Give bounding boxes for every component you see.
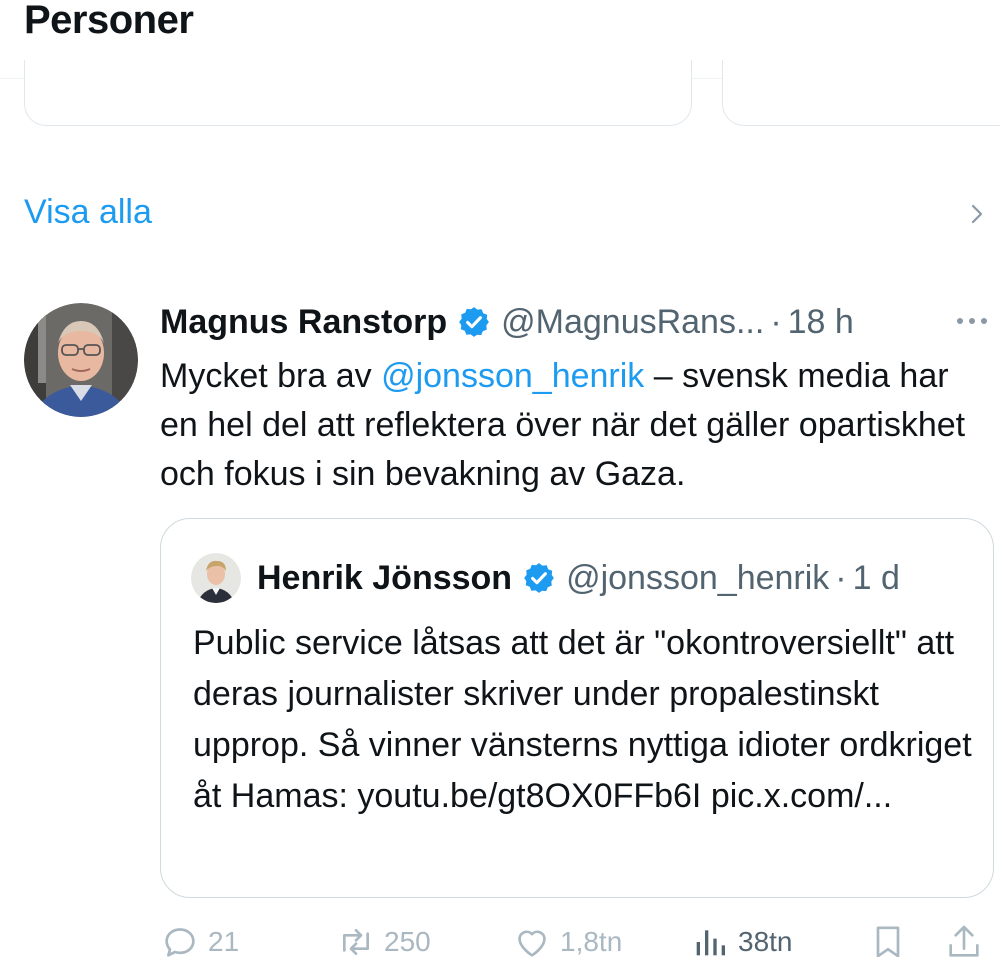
avatar[interactable]: [24, 303, 138, 417]
share-button[interactable]: [944, 920, 992, 957]
reply-count: 21: [208, 926, 240, 957]
quote-handle: @jonsson_henrik: [566, 558, 830, 597]
verified-badge-icon: [459, 307, 489, 337]
author-handle[interactable]: @MagnusRans...: [501, 303, 764, 342]
person-card[interactable]: [24, 60, 692, 126]
tweet-text-part: Mycket bra av: [160, 357, 382, 395]
more-icon[interactable]: [952, 308, 992, 334]
tweet-header: Magnus Ranstorp @MagnusRans... · 18 h: [160, 298, 990, 346]
tweet-text: Mycket bra av @jonsson_henrik – svensk m…: [160, 352, 990, 499]
reply-button[interactable]: 21: [160, 920, 239, 957]
share-icon: [949, 925, 979, 957]
author-name[interactable]: Magnus Ranstorp: [160, 303, 447, 342]
quote-avatar: [191, 553, 241, 603]
separator: ·: [770, 302, 782, 341]
chevron-right-icon: [971, 204, 983, 224]
views-icon: [696, 930, 725, 956]
quote-author-name: Henrik Jönsson: [257, 558, 513, 597]
views-button[interactable]: 38tn: [690, 920, 793, 957]
bookmark-icon: [876, 926, 900, 957]
quote-text: Public service låtsas att det är "okontr…: [193, 624, 972, 815]
show-all-label: Visa alla: [24, 193, 152, 231]
show-all-link[interactable]: Visa alla: [0, 175, 1000, 255]
mention-link[interactable]: @jonsson_henrik: [381, 357, 644, 395]
repost-count: 250: [384, 926, 431, 957]
verified-badge-icon: [524, 563, 554, 593]
section-title: Personer: [24, 0, 194, 42]
timeline: Personer Visa alla Magnus Ranstorp @Magn…: [0, 0, 1000, 957]
quote-header: Henrik Jönsson @jonsson_henrik · 1 d: [257, 554, 900, 602]
tweet-actions: 21 250 1,8tn 38tn: [160, 920, 1000, 957]
quoted-tweet[interactable]: Henrik Jönsson @jonsson_henrik · 1 d Pub…: [160, 518, 994, 898]
repost-button[interactable]: 250: [336, 920, 431, 957]
like-button[interactable]: 1,8tn: [512, 920, 622, 957]
separator: ·: [835, 558, 847, 597]
views-count: 38tn: [738, 926, 793, 957]
like-icon: [518, 930, 546, 957]
bookmark-button[interactable]: [868, 920, 916, 957]
reply-icon: [165, 928, 195, 957]
like-count: 1,8tn: [560, 926, 623, 957]
quote-timestamp: 1 d: [852, 558, 900, 597]
person-card[interactable]: [722, 60, 1000, 126]
timestamp[interactable]: 18 h: [788, 303, 854, 342]
repost-icon: [343, 929, 369, 955]
